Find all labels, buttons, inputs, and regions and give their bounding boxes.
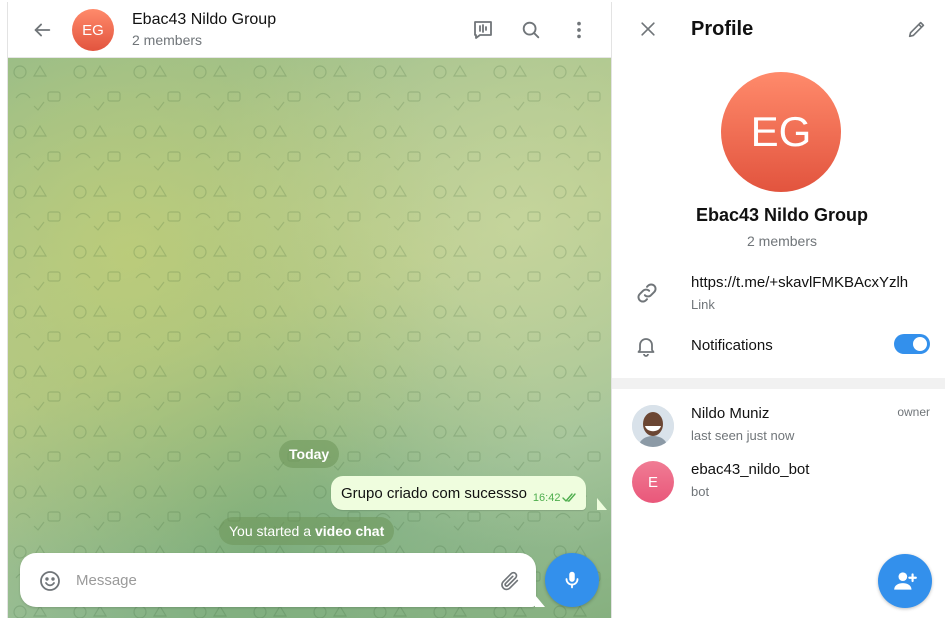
- profile-title: Profile: [691, 18, 754, 40]
- double-check-icon: [562, 493, 577, 502]
- add-user-icon: [894, 572, 917, 590]
- chat-title[interactable]: Ebac43 Nildo Group: [132, 11, 276, 29]
- toggle-knob: [911, 335, 929, 353]
- member-name: ebac43_nildo_bot: [691, 461, 810, 478]
- profile-panel: Profile EG Ebac43 Nildo Group 2 members …: [611, 2, 945, 618]
- invite-link-row[interactable]: https://t.me/+skavlFMKBAcxYzlh Link: [612, 266, 945, 318]
- member-avatar: E: [632, 461, 674, 503]
- service-message-text: You started a: [229, 523, 311, 539]
- service-message-link[interactable]: video chat: [315, 523, 384, 539]
- search-icon: [522, 21, 540, 39]
- member-status: bot: [691, 484, 710, 499]
- add-member-button[interactable]: [878, 554, 932, 608]
- smile-icon: [40, 571, 60, 591]
- microphone-icon: [565, 571, 579, 589]
- bell-icon: [637, 338, 655, 357]
- edit-profile-button[interactable]: [897, 9, 937, 49]
- arrow-left-icon: [34, 23, 51, 37]
- member-item[interactable]: E ebac43_nildo_bot bot: [612, 457, 945, 509]
- attach-button[interactable]: [490, 561, 530, 601]
- invite-link-label: Link: [691, 297, 715, 312]
- member-photo-icon: [632, 405, 674, 447]
- message-composer: [20, 553, 536, 607]
- notifications-toggle[interactable]: [894, 334, 930, 354]
- message-meta: 16:42: [533, 492, 579, 504]
- message-bubble[interactable]: Grupo criado com sucessso 16:42: [331, 476, 587, 510]
- member-avatar: [632, 405, 674, 447]
- emoji-button[interactable]: [30, 561, 70, 601]
- notifications-label: Notifications: [691, 337, 773, 354]
- pencil-icon: [908, 21, 925, 38]
- close-icon: [641, 22, 655, 36]
- search-button[interactable]: [511, 10, 551, 50]
- invite-link-value: https://t.me/+skavlFMKBAcxYzlh: [691, 274, 909, 291]
- paperclip-icon: [501, 571, 519, 591]
- profile-avatar[interactable]: EG: [721, 72, 841, 192]
- chat-panel: EG Ebac43 Nildo Group 2 members Today Gr…: [7, 2, 611, 618]
- chat-background: Today Grupo criado com sucessso 16:42 Yo…: [8, 58, 611, 618]
- chat-member-count: 2 members: [132, 32, 203, 48]
- more-vertical-icon: [577, 21, 581, 39]
- date-separator: Today: [279, 440, 340, 468]
- message-time: 16:42: [532, 492, 561, 504]
- profile-member-count: 2 members: [746, 233, 818, 249]
- member-role-badge: owner: [897, 405, 930, 419]
- video-chat-icon: [474, 21, 492, 39]
- video-chat-button[interactable]: [463, 10, 503, 50]
- close-profile-button[interactable]: [628, 9, 668, 49]
- more-button[interactable]: [559, 10, 599, 50]
- message-text: Grupo criado com sucessso: [341, 484, 527, 502]
- voice-record-button[interactable]: [545, 553, 599, 607]
- chat-header: EG Ebac43 Nildo Group 2 members: [8, 2, 611, 58]
- service-message[interactable]: You started a video chat: [219, 517, 395, 545]
- member-status: last seen just now: [691, 428, 795, 443]
- message-input[interactable]: [76, 565, 476, 595]
- profile-name: Ebac43 Nildo Group: [695, 205, 869, 225]
- member-item[interactable]: Nildo Muniz last seen just now owner: [612, 401, 945, 453]
- chat-avatar[interactable]: EG: [72, 9, 114, 51]
- back-button[interactable]: [22, 10, 62, 50]
- link-icon: [637, 283, 657, 303]
- section-divider: [612, 378, 945, 389]
- member-name: Nildo Muniz: [691, 405, 770, 422]
